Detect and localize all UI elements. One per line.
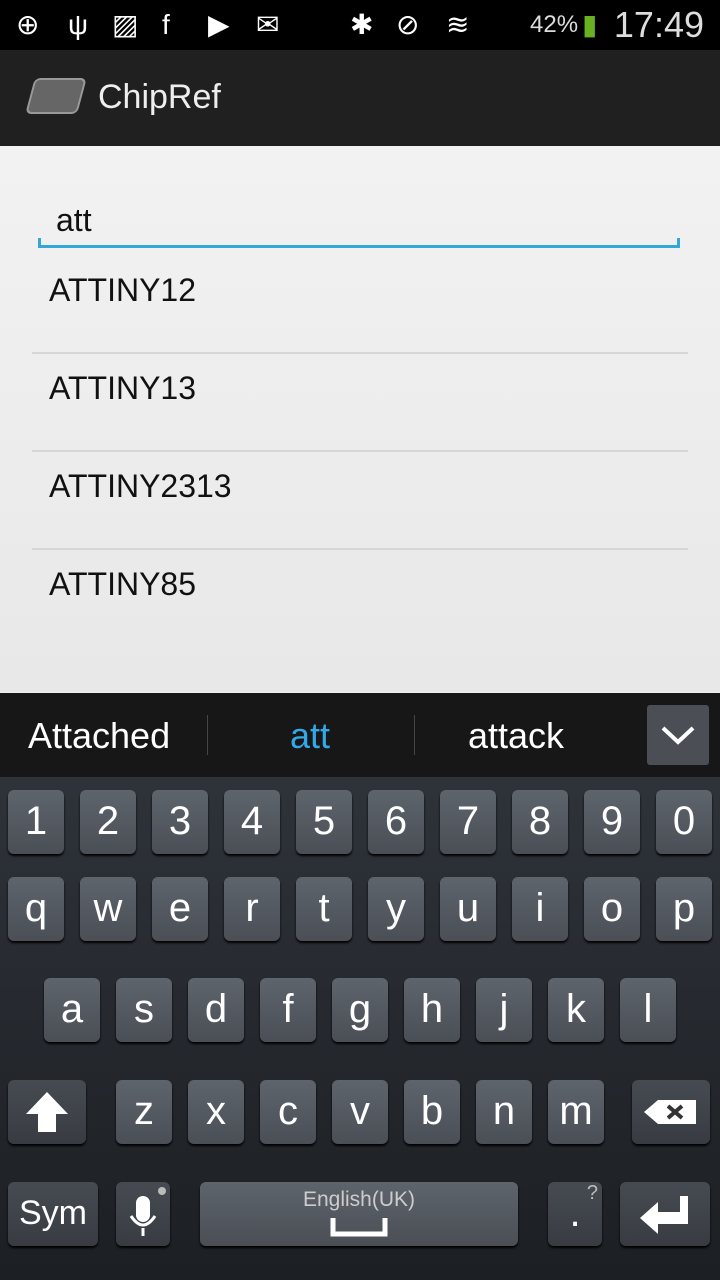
key-e[interactable]: e: [152, 877, 208, 941]
enter-key[interactable]: [620, 1182, 710, 1246]
suggestion-bar: Attached att attack: [0, 693, 720, 777]
app-title: ChipRef: [98, 78, 221, 116]
facebook-icon: f: [162, 9, 170, 40]
key-w[interactable]: w: [80, 877, 136, 941]
key-8[interactable]: 8: [512, 790, 568, 854]
keyboard: Sym English(UK) . ? 1234567890 qwertyuiop…: [0, 777, 720, 1280]
shift-key[interactable]: [8, 1080, 86, 1144]
battery-charging-icon: ▮: [582, 9, 598, 40]
sym-key[interactable]: Sym: [8, 1182, 98, 1246]
key-t[interactable]: t: [296, 877, 352, 941]
key-c[interactable]: c: [260, 1080, 316, 1144]
key-h[interactable]: h: [404, 978, 460, 1042]
enter-icon: [640, 1196, 688, 1234]
space-icon: [330, 1218, 388, 1237]
key-6[interactable]: 6: [368, 790, 424, 854]
period-hint: ?: [586, 1182, 598, 1204]
period-label: .: [569, 1191, 581, 1235]
key-7[interactable]: 7: [440, 790, 496, 854]
key-z[interactable]: z: [116, 1080, 172, 1144]
key-v[interactable]: v: [332, 1080, 388, 1144]
microphone-icon: [129, 1187, 166, 1236]
key-g[interactable]: g: [332, 978, 388, 1042]
key-j[interactable]: j: [476, 978, 532, 1042]
usb-icon: ψ: [68, 9, 88, 40]
shift-icon: [26, 1092, 68, 1132]
vibrate-icon: ⊘: [396, 9, 420, 40]
email-icon: ✉: [256, 9, 280, 40]
chevron-down-icon: [661, 726, 695, 745]
key-b[interactable]: b: [404, 1080, 460, 1144]
key-d[interactable]: d: [188, 978, 244, 1042]
search-input[interactable]: [56, 202, 656, 239]
list-item[interactable]: ATTINY2313: [32, 452, 688, 550]
image-icon: ▨: [112, 9, 139, 40]
list-item[interactable]: ATTINY13: [32, 354, 688, 452]
key-y[interactable]: y: [368, 877, 424, 941]
voice-input-key[interactable]: [116, 1182, 170, 1246]
key-n[interactable]: n: [476, 1080, 532, 1144]
key-9[interactable]: 9: [584, 790, 640, 854]
key-r[interactable]: r: [224, 877, 280, 941]
suggestion-item-selected[interactable]: att: [290, 715, 330, 757]
suggestion-item[interactable]: attack: [468, 715, 564, 757]
clock: 17:49: [613, 4, 704, 45]
backspace-icon: [644, 1100, 696, 1124]
period-key[interactable]: . ?: [548, 1182, 602, 1246]
status-bar: ⊕ ψ ▨ f ▶ ✉ ✱ ⊘ ≋ 42% ▮ 17:49: [0, 0, 720, 50]
main-content: ATTINY12 ATTINY13 ATTINY2313 ATTINY85: [0, 146, 720, 692]
space-key[interactable]: English(UK): [200, 1182, 518, 1246]
battery-percent: 42%: [530, 11, 579, 38]
key-u[interactable]: u: [440, 877, 496, 941]
key-s[interactable]: s: [116, 978, 172, 1042]
search-field[interactable]: [38, 194, 680, 248]
key-3[interactable]: 3: [152, 790, 208, 854]
list-item[interactable]: ATTINY85: [32, 550, 688, 648]
keyboard-language: English(UK): [302, 1188, 416, 1211]
key-q[interactable]: q: [8, 877, 64, 941]
key-m[interactable]: m: [548, 1080, 604, 1144]
key-5[interactable]: 5: [296, 790, 352, 854]
divider: [414, 715, 415, 755]
key-2[interactable]: 2: [80, 790, 136, 854]
key-i[interactable]: i: [512, 877, 568, 941]
action-bar: ChipRef: [0, 50, 720, 146]
list-item[interactable]: ATTINY12: [32, 256, 688, 354]
key-1[interactable]: 1: [8, 790, 64, 854]
bluetooth-icon: ✱: [350, 9, 374, 40]
key-o[interactable]: o: [584, 877, 640, 941]
key-0[interactable]: 0: [656, 790, 712, 854]
key-4[interactable]: 4: [224, 790, 280, 854]
key-a[interactable]: a: [44, 978, 100, 1042]
play-store-icon: ▶: [208, 9, 230, 40]
key-k[interactable]: k: [548, 978, 604, 1042]
key-l[interactable]: l: [620, 978, 676, 1042]
chip-logo-icon: [25, 78, 87, 114]
add-icon: ⊕: [16, 9, 40, 40]
divider: [207, 715, 208, 755]
suggestion-item[interactable]: Attached: [28, 715, 170, 757]
key-f[interactable]: f: [260, 978, 316, 1042]
wifi-icon: ≋: [446, 9, 470, 40]
key-x[interactable]: x: [188, 1080, 244, 1144]
key-p[interactable]: p: [656, 877, 712, 941]
backspace-key[interactable]: [632, 1080, 710, 1144]
expand-suggestions-button[interactable]: [647, 705, 709, 765]
